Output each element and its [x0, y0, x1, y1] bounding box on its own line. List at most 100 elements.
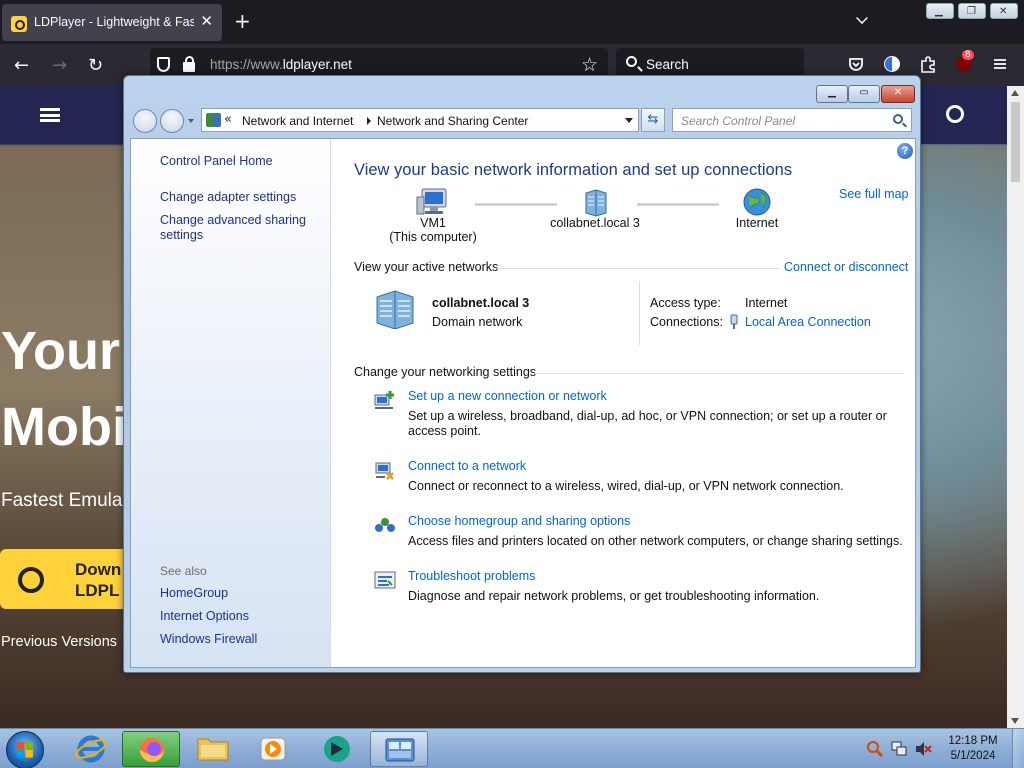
download-label-line2: LDPL	[75, 581, 120, 600]
connect-or-disconnect-link[interactable]: Connect or disconnect	[784, 260, 908, 274]
extensions-puzzle-icon[interactable]	[919, 55, 937, 73]
address-bar[interactable]: « Network and Internet Network and Shari…	[201, 108, 639, 132]
tracking-shield-icon[interactable]	[157, 57, 170, 72]
control-panel-icon	[385, 738, 415, 762]
hero-title-line2: Mobi	[1, 397, 127, 457]
tab-close-icon[interactable]: ✕	[200, 12, 213, 30]
map-node-network[interactable]: collabnet.local 3	[543, 187, 647, 230]
ldplayer-favicon-icon	[11, 16, 27, 32]
menu-hamburger-icon[interactable]	[991, 55, 1009, 73]
bookmark-star-icon[interactable]: ☆	[581, 54, 598, 76]
active-network-name[interactable]: collabnet.local 3	[432, 296, 529, 310]
troubleshoot-icon	[374, 571, 396, 589]
network-building-icon	[585, 189, 607, 217]
search-icon[interactable]	[893, 114, 903, 124]
forward-arrow-icon[interactable]: →	[52, 55, 67, 76]
url-text[interactable]: https://www.ldplayer.net	[210, 57, 352, 72]
download-label: Down LDPL	[75, 559, 121, 601]
reload-icon[interactable]: ↻	[88, 55, 103, 76]
help-icon[interactable]: ?	[897, 143, 913, 159]
change-advanced-sharing-link[interactable]: Change advanced sharing settings	[160, 213, 320, 243]
browser-minimize-button[interactable]: ▁	[926, 3, 954, 19]
internet-globe-icon	[743, 188, 771, 216]
taskbar-media-player[interactable]	[244, 731, 302, 767]
media-player-icon	[260, 737, 286, 761]
scroll-thumb[interactable]	[1011, 102, 1020, 182]
back-button[interactable]	[133, 109, 157, 133]
connect-to-network-link[interactable]: Connect to a network	[408, 459, 526, 473]
page-scrollbar[interactable]	[1007, 86, 1024, 728]
control-panel-home-link[interactable]: Control Panel Home	[160, 154, 273, 169]
volume-muted-icon[interactable]	[914, 740, 932, 758]
browser-close-button[interactable]: ✕	[990, 3, 1018, 19]
search-control-panel-input[interactable]: Search Control Panel	[672, 108, 912, 132]
pocket-icon[interactable]	[847, 55, 865, 73]
taskbar-clock[interactable]: 12:18 PM 5/1/2024	[940, 734, 1006, 764]
back-arrow-icon[interactable]: ←	[14, 55, 29, 76]
setup-new-connection-link[interactable]: Set up a new connection or network	[408, 389, 607, 403]
ldplayer-icon	[324, 736, 350, 762]
scroll-down-arrow-icon[interactable]	[1011, 718, 1019, 724]
homegroup-link[interactable]: HomeGroup	[160, 586, 228, 601]
map-internet-label: Internet	[735, 216, 779, 230]
web-search-icon[interactable]	[946, 105, 964, 123]
previous-versions-link[interactable]: Previous Versions ❯	[1, 634, 133, 650]
taskbar-ldplayer[interactable]	[308, 731, 366, 767]
breadcrumb-network-internet[interactable]: Network and Internet	[242, 114, 353, 128]
window-close-button[interactable]: ✕	[881, 85, 915, 103]
minimize-icon: ▁	[935, 6, 943, 17]
start-button[interactable]	[6, 731, 44, 768]
search-icon	[626, 56, 637, 67]
homegroup-sharing-options-link[interactable]: Choose homegroup and sharing options	[408, 514, 630, 528]
list-all-tabs-chevron-icon[interactable]	[856, 12, 868, 24]
window-minimize-button[interactable]: ▁	[816, 85, 848, 103]
see-full-map-link[interactable]: See full map	[839, 187, 908, 201]
taskbar-file-explorer[interactable]	[184, 731, 242, 767]
close-icon: ✕	[893, 87, 903, 98]
taskbar-firefox[interactable]	[122, 731, 180, 767]
breadcrumb-network-sharing-center[interactable]: Network and Sharing Center	[377, 114, 528, 128]
domain-network-icon[interactable]	[373, 289, 421, 329]
web-menu-icon[interactable]	[40, 108, 60, 122]
lock-icon[interactable]	[183, 56, 195, 72]
firefox-icon	[140, 738, 164, 762]
homegroup-sharing-options-desc: Access files and printers located on oth…	[408, 534, 903, 548]
active-network-type[interactable]: Domain network	[432, 315, 522, 329]
internet-options-link[interactable]: Internet Options	[160, 609, 249, 624]
taskbar-internet-explorer[interactable]	[62, 731, 120, 767]
browser-maximize-button[interactable]: ❐	[958, 3, 986, 19]
recent-pages-dropdown-icon[interactable]	[188, 119, 194, 123]
access-type-label: Access type:	[650, 296, 721, 310]
network-tray-icon[interactable]	[890, 740, 908, 758]
map-node-internet[interactable]: Internet	[715, 187, 799, 230]
account-icon[interactable]	[883, 55, 901, 73]
task-pane: Control Panel Home Change adapter settin…	[131, 139, 331, 667]
windows-firewall-link[interactable]: Windows Firewall	[160, 632, 257, 647]
window-maximize-button[interactable]: ▭	[848, 85, 880, 103]
taskbar-control-panel[interactable]	[370, 731, 428, 767]
window-content: Control Panel Home Change adapter settin…	[130, 138, 916, 668]
search-placeholder: Search Control Panel	[681, 114, 796, 128]
show-desktop-button[interactable]	[1012, 729, 1024, 768]
new-tab-button[interactable]: +	[234, 9, 251, 33]
local-area-connection-link[interactable]: Local Area Connection	[745, 315, 871, 329]
ldplayer-logo-icon	[18, 567, 44, 593]
address-dropdown-icon[interactable]	[625, 118, 633, 123]
page-title: View your basic network information and …	[354, 161, 793, 179]
folder-icon	[197, 738, 229, 761]
scroll-up-arrow-icon[interactable]	[1011, 90, 1019, 96]
hero-subtitle: Fastest Emula	[1, 490, 123, 511]
browser-tab[interactable]: LDPlayer - Lightweight & Fast Android Em…	[2, 4, 222, 41]
connect-to-network-desc: Connect or reconnect to a wireless, wire…	[408, 479, 844, 493]
clock-time: 12:18 PM	[948, 735, 998, 747]
troubleshoot-problems-link[interactable]: Troubleshoot problems	[408, 569, 535, 583]
refresh-button[interactable]: ⇆	[641, 108, 665, 132]
computer-monitor-icon	[416, 188, 447, 215]
clock-date: 5/1/2024	[950, 750, 996, 762]
download-ldplayer-button[interactable]: Down LDPL	[0, 549, 140, 609]
breadcrumb-separator-icon[interactable]	[367, 117, 371, 125]
forward-button[interactable]	[160, 109, 184, 133]
address-overflow-chevron[interactable]: «	[224, 112, 232, 127]
change-adapter-settings-link[interactable]: Change adapter settings	[160, 190, 296, 205]
action-center-icon[interactable]	[866, 740, 884, 758]
